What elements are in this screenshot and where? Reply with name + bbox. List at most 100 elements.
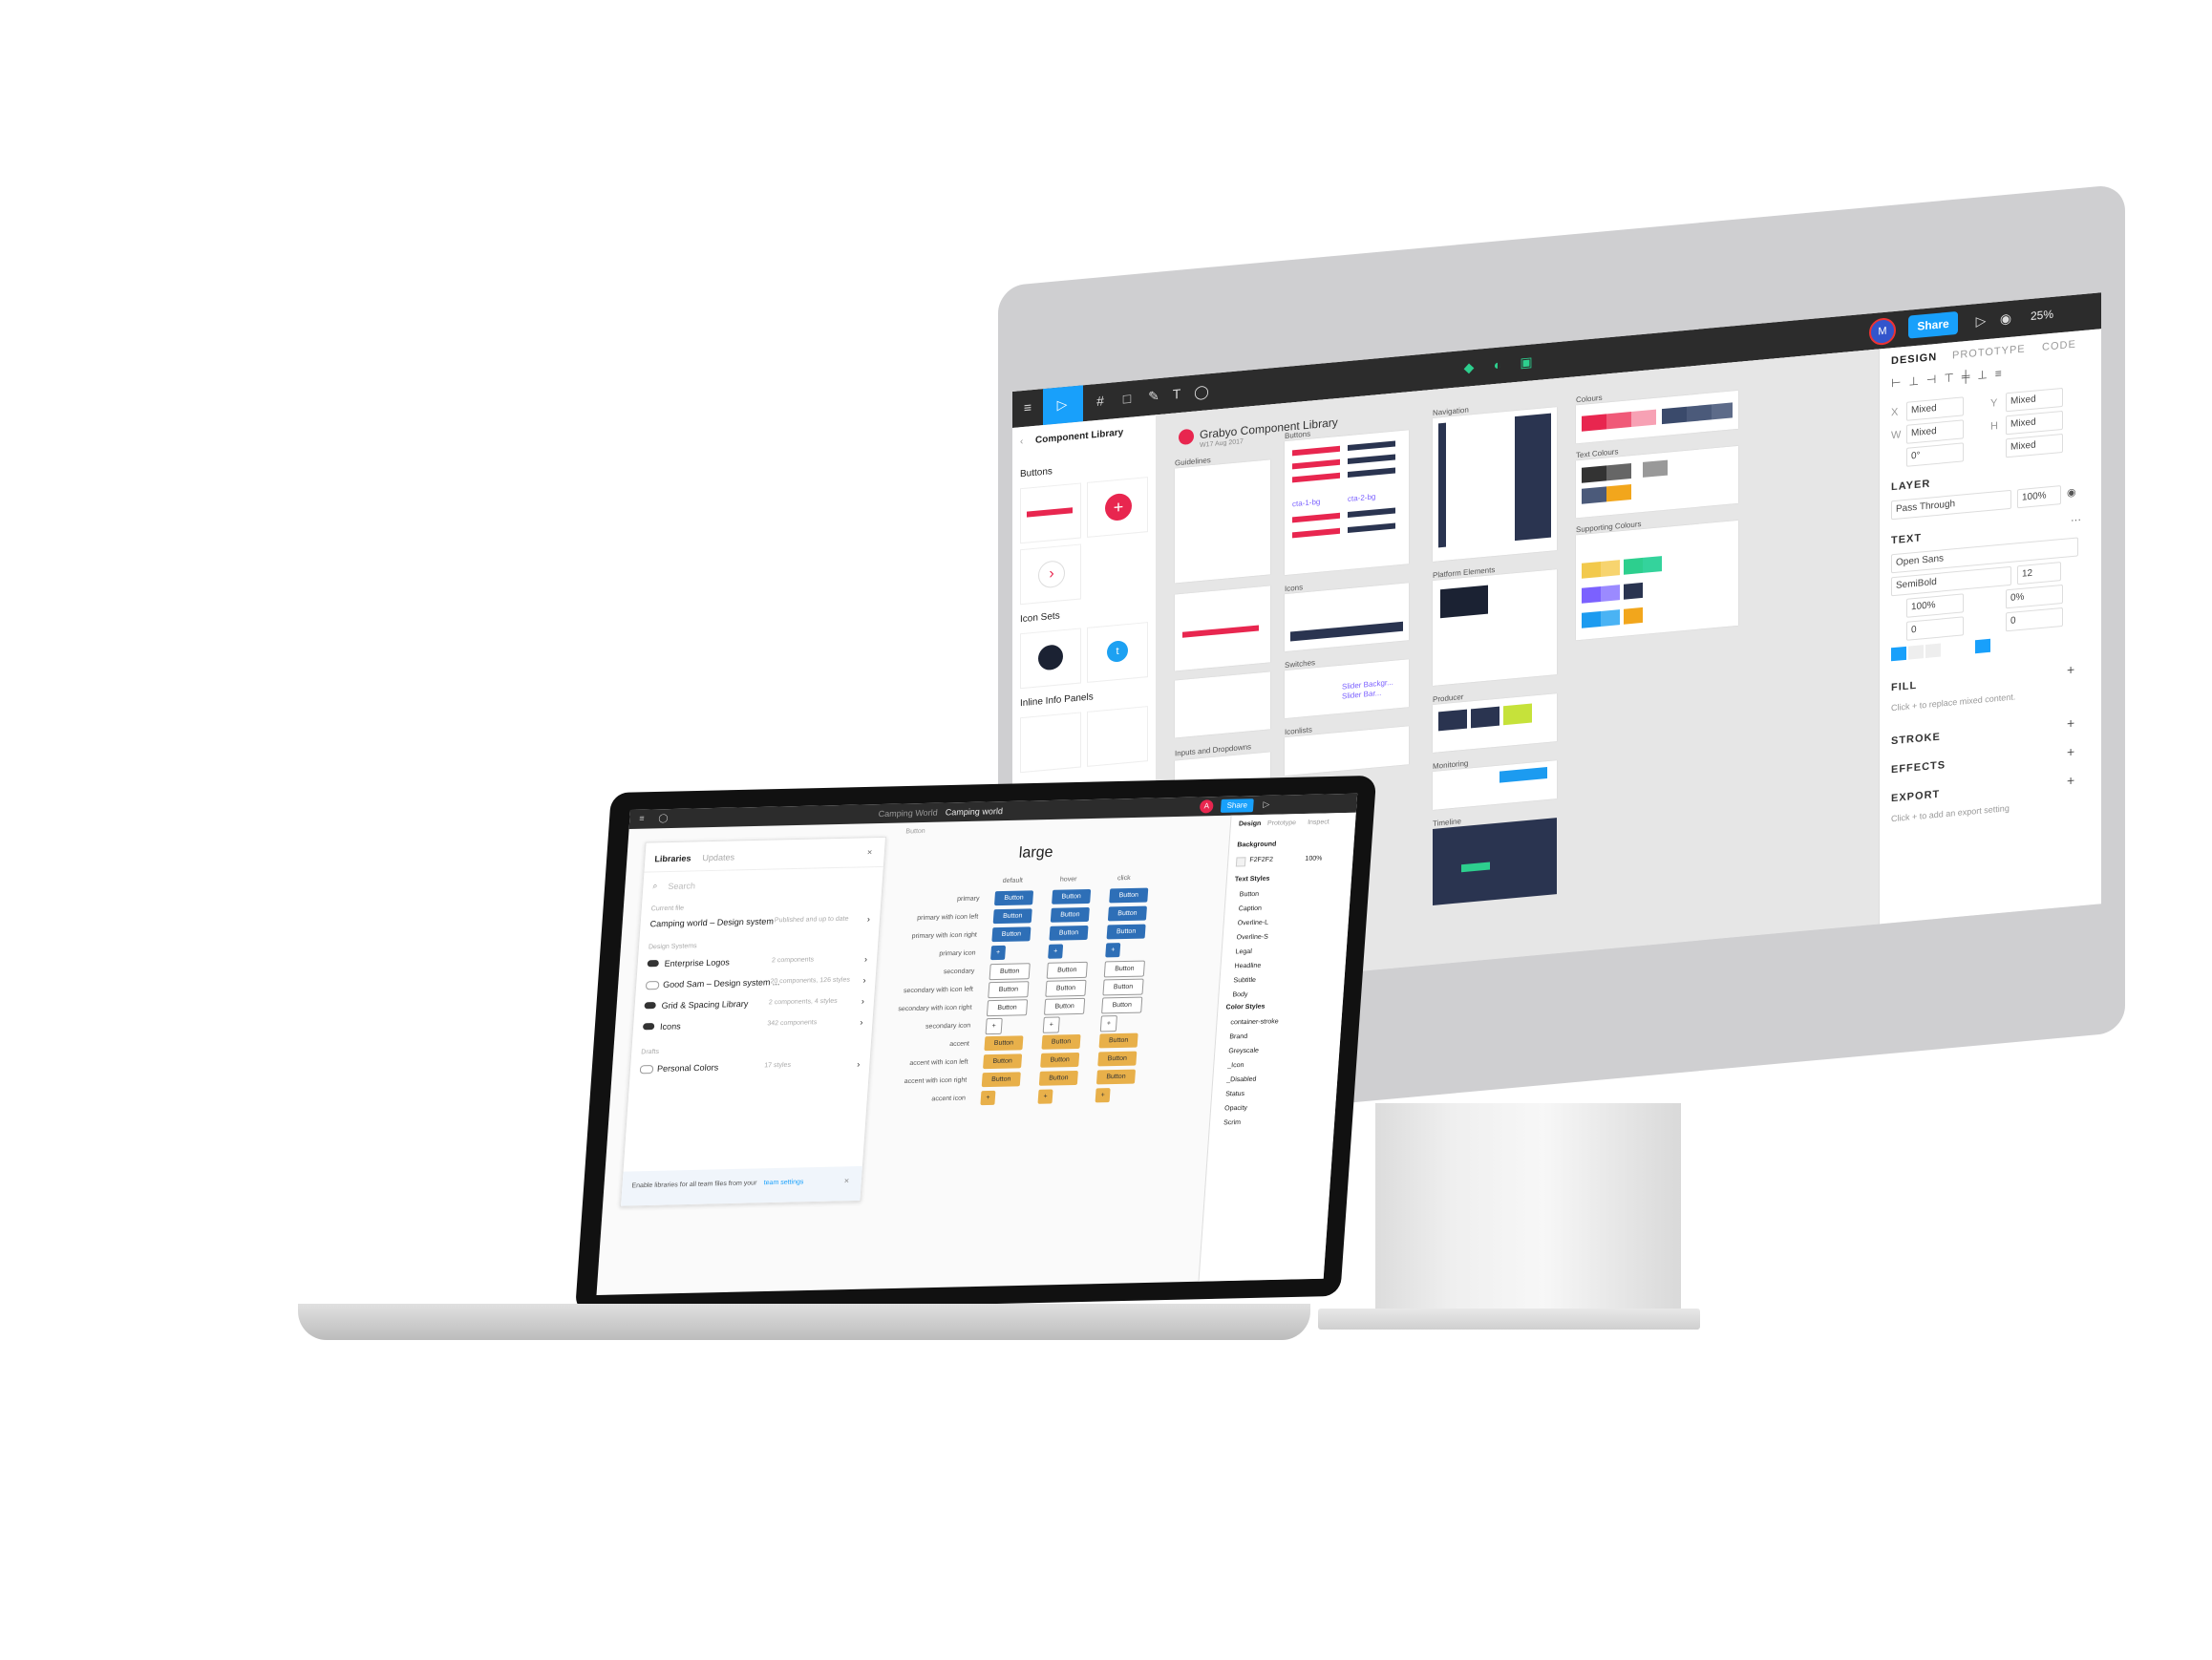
- component-icon[interactable]: ◆: [1461, 359, 1477, 375]
- user-avatar[interactable]: A: [1199, 799, 1214, 814]
- add-effect-icon[interactable]: +: [2067, 744, 2074, 760]
- sample-button[interactable]: Button: [993, 890, 1034, 906]
- rotation-input[interactable]: 0°: [1906, 442, 1964, 467]
- icon-button[interactable]: +: [1037, 1089, 1053, 1104]
- asset-thumb[interactable]: [1020, 712, 1081, 774]
- sample-button[interactable]: Button: [1098, 1032, 1138, 1049]
- sample-button[interactable]: Button: [1050, 906, 1090, 923]
- close-icon[interactable]: ×: [867, 847, 873, 857]
- sample-button[interactable]: Button: [991, 926, 1032, 943]
- present-icon[interactable]: ▷: [1263, 799, 1270, 810]
- frame-supporting-colours[interactable]: [1576, 520, 1738, 641]
- toggle-icon[interactable]: [644, 1002, 656, 1010]
- shape-tool-icon[interactable]: □: [1119, 390, 1135, 407]
- sample-button[interactable]: Button: [984, 1035, 1024, 1052]
- user-avatar[interactable]: M: [1869, 316, 1896, 347]
- sample-button[interactable]: Button: [988, 981, 1030, 999]
- project-name[interactable]: Camping World: [878, 808, 938, 819]
- zoom-level[interactable]: 25%: [2031, 308, 2053, 323]
- sample-button[interactable]: Button: [1106, 924, 1146, 940]
- text-style-item[interactable]: Subtitle: [1233, 977, 1256, 985]
- text-style-item[interactable]: Overline-S: [1236, 934, 1268, 942]
- align-top-text-icon[interactable]: [1975, 638, 1990, 654]
- frame-navigation[interactable]: [1433, 407, 1557, 562]
- color-style-item[interactable]: _Disabled: [1226, 1076, 1257, 1084]
- share-button[interactable]: Share: [1908, 310, 1958, 339]
- opacity-input[interactable]: 100%: [2017, 485, 2061, 509]
- sample-button[interactable]: Button: [1095, 1069, 1137, 1085]
- color-style-item[interactable]: Status: [1225, 1091, 1244, 1097]
- tab-prototype[interactable]: Prototype: [1267, 819, 1297, 827]
- asset-thumb[interactable]: [1087, 706, 1148, 767]
- boolean-icon[interactable]: ▣: [1519, 353, 1534, 370]
- frame-switches[interactable]: Slider Backgr... Slider Bar...: [1285, 659, 1409, 719]
- icon-button[interactable]: +: [985, 1017, 1003, 1035]
- library-row[interactable]: Personal Colors 17 styles ›: [639, 1053, 861, 1079]
- sample-button[interactable]: Button: [992, 908, 1032, 925]
- indent-input[interactable]: 0: [2006, 607, 2063, 632]
- text-style-item[interactable]: Legal: [1235, 948, 1252, 955]
- sample-button[interactable]: Button: [1046, 961, 1088, 979]
- text-style-item[interactable]: Caption: [1238, 905, 1262, 913]
- line-height-input[interactable]: 100%: [1906, 593, 1964, 618]
- sample-button[interactable]: Button: [1109, 887, 1149, 904]
- eye-icon[interactable]: ◉: [2067, 486, 2076, 500]
- text-tool-icon[interactable]: T: [1169, 386, 1184, 402]
- radius-input[interactable]: Mixed: [2006, 433, 2063, 458]
- align-right-text-icon[interactable]: [1925, 643, 1941, 658]
- frame-platform-elements[interactable]: [1433, 569, 1557, 686]
- color-style-item[interactable]: Opacity: [1224, 1105, 1247, 1113]
- icon-button[interactable]: +: [990, 945, 1007, 961]
- asset-thumb[interactable]: [1020, 628, 1081, 690]
- menu-icon[interactable]: ≡: [639, 814, 645, 823]
- add-export-icon[interactable]: +: [2067, 773, 2074, 789]
- mask-icon[interactable]: ◐: [1490, 356, 1505, 372]
- toggle-icon[interactable]: [639, 1065, 654, 1075]
- font-size-input[interactable]: 12: [2017, 562, 2061, 585]
- background-value[interactable]: F2F2F2: [1249, 857, 1273, 864]
- asset-thumb[interactable]: [1020, 482, 1081, 544]
- sample-button[interactable]: Button: [1040, 1052, 1080, 1068]
- asset-thumb[interactable]: t: [1087, 622, 1148, 683]
- sample-button[interactable]: Button: [1038, 1070, 1078, 1086]
- sample-button[interactable]: Button: [1049, 925, 1089, 941]
- frame-icons[interactable]: [1285, 583, 1409, 652]
- sample-button[interactable]: Button: [1043, 997, 1086, 1015]
- icon-button[interactable]: +: [1105, 943, 1121, 958]
- sample-button[interactable]: Button: [1101, 996, 1143, 1014]
- asset-thumb[interactable]: ›: [1020, 543, 1081, 606]
- add-stroke-icon[interactable]: +: [2067, 715, 2074, 732]
- toggle-icon[interactable]: [647, 960, 660, 968]
- tab-code[interactable]: CODE: [2042, 339, 2076, 353]
- sample-button[interactable]: Button: [986, 999, 1029, 1017]
- text-style-item[interactable]: Headline: [1234, 963, 1261, 970]
- tab-libraries[interactable]: Libraries: [654, 853, 691, 863]
- frame-guidelines[interactable]: [1175, 459, 1270, 584]
- menu-icon[interactable]: ≡: [1020, 399, 1035, 415]
- sample-button[interactable]: Button: [989, 963, 1031, 981]
- frame-buttons[interactable]: cta-1-bg cta-2-bg: [1285, 430, 1409, 576]
- frame-timeline[interactable]: [1433, 818, 1557, 905]
- paragraph-spacing-input[interactable]: 0: [1906, 616, 1964, 641]
- color-style-item[interactable]: container-stroke: [1230, 1018, 1279, 1026]
- tab-inspect[interactable]: Inspect: [1308, 819, 1329, 826]
- sample-button[interactable]: Button: [983, 1053, 1023, 1070]
- view-icon[interactable]: ◉: [1998, 310, 2013, 327]
- frame-guidelines-2[interactable]: [1175, 585, 1270, 671]
- frame-producer[interactable]: [1433, 693, 1557, 753]
- icon-button[interactable]: +: [1099, 1015, 1117, 1032]
- tab-prototype[interactable]: PROTOTYPE: [1952, 343, 2026, 361]
- letter-spacing-input[interactable]: 0%: [2006, 584, 2063, 609]
- sample-button[interactable]: Button: [1045, 979, 1087, 997]
- x-input[interactable]: Mixed: [1906, 396, 1964, 421]
- library-row[interactable]: Icons 342 components ›: [642, 1011, 863, 1037]
- sample-button[interactable]: Button: [1102, 978, 1144, 996]
- icon-button[interactable]: +: [1048, 944, 1064, 959]
- tab-design[interactable]: DESIGN: [1891, 351, 1937, 367]
- present-icon[interactable]: ▷: [1973, 312, 1989, 329]
- align-left-text-icon[interactable]: [1891, 646, 1906, 662]
- blend-mode-select[interactable]: Pass Through: [1891, 489, 2011, 521]
- icon-button[interactable]: +: [980, 1090, 996, 1106]
- color-style-item[interactable]: _Icon: [1227, 1062, 1244, 1069]
- toggle-icon[interactable]: [645, 981, 660, 990]
